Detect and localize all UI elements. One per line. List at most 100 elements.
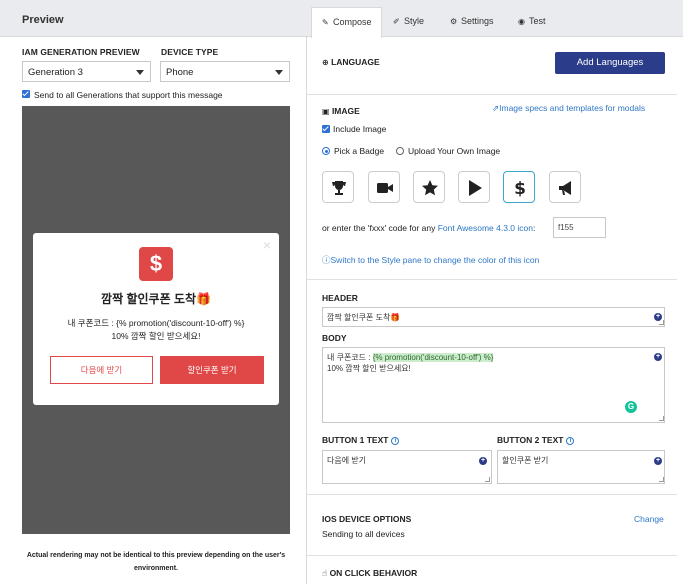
- language-heading: ⊕ LANGUAGE: [322, 57, 380, 67]
- pick-badge-label: Pick a Badge: [334, 146, 385, 156]
- modal-button-2[interactable]: 할인쿠폰 받기: [160, 356, 264, 384]
- info-icon[interactable]: i: [391, 437, 400, 445]
- resize-handle[interactable]: [659, 416, 664, 421]
- gear-icon: ⚙: [450, 17, 458, 26]
- globe-icon: ⊕: [322, 58, 329, 67]
- star-icon: [422, 180, 438, 196]
- brush-icon: ✐: [393, 17, 400, 26]
- pick-badge-radio[interactable]: [322, 147, 330, 155]
- tab-compose-label: Compose: [333, 17, 372, 27]
- fa-code-prefix: or enter the 'fxxx' code for any: [322, 223, 438, 233]
- picture-icon: ▣: [322, 107, 330, 116]
- header-label: HEADER: [322, 293, 358, 303]
- button2-label-text: BUTTON 2 TEXT: [497, 435, 564, 445]
- trophy-icon: [332, 181, 346, 195]
- include-image-checkbox[interactable]: [322, 125, 330, 133]
- ios-change-link[interactable]: Change: [634, 514, 664, 524]
- lightbulb-icon: ⓘ: [322, 255, 331, 265]
- image-heading-text: IMAGE: [331, 106, 360, 116]
- switch-style-link[interactable]: ⓘSwitch to the Style pane to change the …: [322, 254, 539, 266]
- upload-image-label: Upload Your Own Image: [408, 146, 501, 156]
- add-personalization-icon[interactable]: +: [654, 353, 662, 361]
- preview-modal: × $ 깜짝 할인쿠폰 도착🎁 내 쿠폰코드 : {% promotion('d…: [33, 233, 279, 405]
- body-line2: 10% 깜짝 할인 받으세요!: [327, 364, 411, 373]
- add-personalization-icon[interactable]: +: [654, 457, 662, 465]
- chevron-down-icon: [275, 70, 283, 75]
- fa-code-hint: or enter the 'fxxx' code for any Font Aw…: [322, 223, 535, 233]
- preview-title: Preview: [22, 14, 64, 26]
- add-personalization-icon[interactable]: +: [479, 457, 487, 465]
- tab-style-label: Style: [404, 16, 425, 26]
- add-languages-button[interactable]: Add Languages: [555, 52, 665, 74]
- button1-input[interactable]: 다음에 받기: [322, 450, 492, 484]
- tab-test[interactable]: ◉ Test: [518, 7, 558, 37]
- device-type-label: DEVICE TYPE: [161, 47, 219, 57]
- dollar-icon: $: [139, 247, 173, 281]
- ios-section: [307, 495, 677, 556]
- fa-code-input[interactable]: f155: [553, 217, 606, 238]
- grammarly-icon[interactable]: G: [625, 401, 637, 413]
- chevron-down-icon: [136, 70, 144, 75]
- image-specs-link-text: Image specs and templates for modals: [499, 103, 646, 113]
- iam-generation-label: IAM GENERATION PREVIEW: [22, 47, 140, 57]
- tab-settings[interactable]: ⚙ Settings: [450, 7, 512, 37]
- button2-input-value: 할인쿠폰 받기: [502, 456, 549, 465]
- device-type-select[interactable]: Phone: [160, 61, 290, 82]
- info-icon[interactable]: i: [566, 437, 575, 445]
- ios-heading: IOS DEVICE OPTIONS: [322, 514, 412, 524]
- iam-generation-value: Generation 3: [28, 67, 83, 78]
- image-section: [307, 95, 677, 280]
- button1-label: BUTTON 1 TEXT i: [322, 435, 400, 445]
- modal-button-1[interactable]: 다음에 받기: [50, 356, 153, 384]
- badge-dollar[interactable]: $: [503, 171, 535, 203]
- image-heading: ▣ IMAGE: [322, 106, 360, 116]
- pointer-icon: ☝: [322, 568, 328, 578]
- compose-panel: ✎ Compose ✐ Style ⚙ Settings ◉ Test ⊕ LANGUA…: [307, 0, 683, 584]
- bullhorn-icon: [559, 181, 571, 195]
- device-preview: × $ 깜짝 할인쿠폰 도착🎁 내 쿠폰코드 : {% promotion('d…: [22, 106, 290, 534]
- send-all-label: Send to all Generations that support thi…: [34, 90, 223, 100]
- svg-text:$: $: [514, 179, 526, 197]
- send-all-checkbox[interactable]: [22, 90, 30, 98]
- button2-input[interactable]: 할인쿠폰 받기: [497, 450, 665, 484]
- iam-generation-select[interactable]: Generation 3: [22, 61, 151, 82]
- modal-body: 내 쿠폰코드 : {% promotion('discount-10-off')…: [67, 318, 245, 341]
- language-heading-text: LANGUAGE: [331, 57, 380, 67]
- tab-style[interactable]: ✐ Style: [393, 7, 445, 37]
- resize-handle[interactable]: [659, 320, 664, 325]
- badge-trophy[interactable]: [322, 171, 354, 203]
- eye-icon: ◉: [518, 17, 525, 26]
- body-label: BODY: [322, 333, 347, 343]
- button1-label-text: BUTTON 1 TEXT: [322, 435, 389, 445]
- switch-style-link-text: Switch to the Style pane to change the c…: [330, 255, 540, 265]
- play-icon: [469, 180, 482, 196]
- preview-disclaimer: Actual rendering may not be identical to…: [26, 552, 286, 572]
- badge-play[interactable]: [458, 171, 490, 203]
- body-line1-prefix: 내 쿠폰코드 :: [327, 353, 373, 362]
- tab-compose[interactable]: ✎ Compose: [311, 7, 382, 38]
- tab-settings-label: Settings: [461, 16, 494, 26]
- resize-handle[interactable]: [659, 477, 664, 482]
- fa-code-link[interactable]: Font Awesome 4.3.0 icon: [438, 223, 533, 233]
- tab-test-label: Test: [529, 16, 546, 26]
- dollar-icon: $: [514, 179, 526, 197]
- include-image-label: Include Image: [333, 124, 387, 134]
- image-specs-link[interactable]: ⇗Image specs and templates for modals: [492, 103, 645, 114]
- header-input[interactable]: 깜짝 할인쿠폰 도착🎁: [322, 307, 665, 327]
- onclick-heading: ☝ ON CLICK BEHAVIOR: [322, 568, 417, 579]
- modal-header: 깜짝 할인쿠폰 도착🎁: [101, 292, 211, 306]
- fa-code-suffix: :: [533, 223, 536, 233]
- resize-handle[interactable]: [485, 477, 490, 482]
- video-camera-icon: [377, 183, 393, 193]
- button2-label: BUTTON 2 TEXT i: [497, 435, 575, 445]
- device-type-value: Phone: [166, 67, 194, 78]
- upload-image-radio[interactable]: [396, 147, 404, 155]
- body-input[interactable]: 내 쿠폰코드 : {% promotion('discount-10-off')…: [322, 347, 665, 423]
- badge-bullhorn[interactable]: [549, 171, 581, 203]
- onclick-heading-text: ON CLICK BEHAVIOR: [329, 568, 418, 578]
- close-icon[interactable]: ×: [263, 237, 271, 253]
- badge-video[interactable]: [368, 171, 400, 203]
- tab-bar: ✎ Compose ✐ Style ⚙ Settings ◉ Test: [307, 0, 683, 38]
- pencil-icon: ✎: [322, 18, 329, 27]
- badge-star[interactable]: [413, 171, 445, 203]
